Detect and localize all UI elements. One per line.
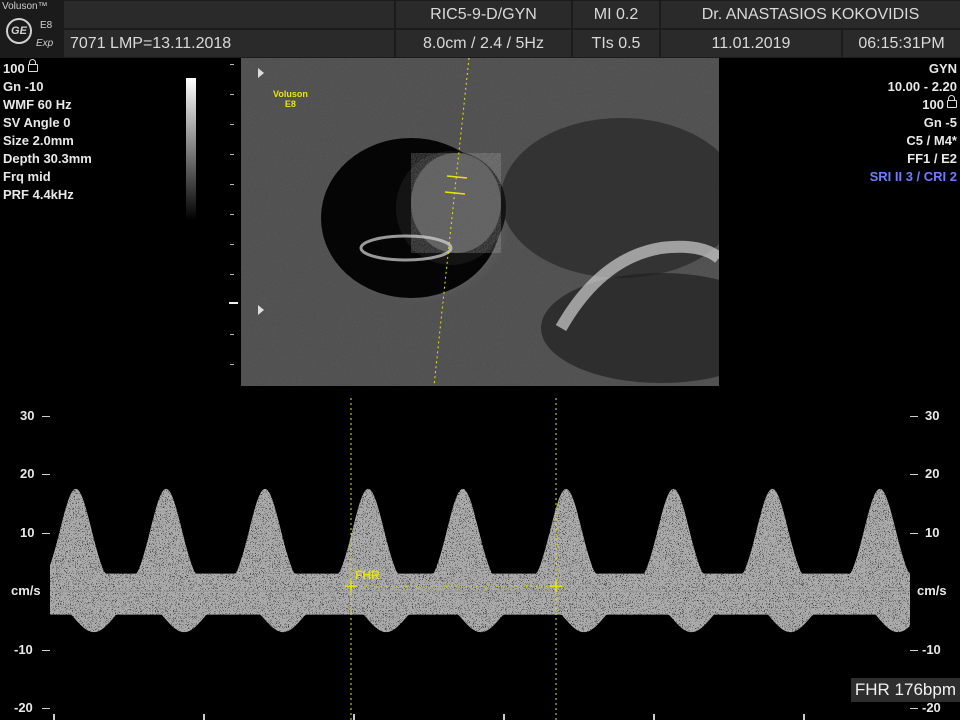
sri-cri-setting: SRI II 3 / CRI 2 xyxy=(869,169,957,184)
ff-e-setting: FF1 / E2 xyxy=(907,151,957,166)
depth-setting: Depth 30.3mm xyxy=(3,151,92,166)
depth-tick xyxy=(230,64,234,65)
gain-setting-right: Gn -5 xyxy=(923,115,957,130)
focus-marker-icon xyxy=(258,305,264,315)
depth-tick xyxy=(230,184,234,185)
status-header: Voluson™ GE E8 Exp 7071 LMP=13.11.2018 R… xyxy=(0,0,960,58)
probe-label: RIC5-9-D/GYN xyxy=(396,1,571,28)
frequency-range: 10.00 - 2.20 xyxy=(887,79,957,94)
exam-date: 11.01.2019 xyxy=(661,30,841,57)
doppler-parameters: 100 Gn -10 WMF 60 Hz SV Angle 0 Size 2.0… xyxy=(3,59,92,204)
bmode-overlay-tag: Voluson E8 xyxy=(273,89,308,109)
brand-label: Voluson™ xyxy=(2,1,48,12)
depth-tick xyxy=(230,94,234,95)
velocity-tick-label: 20 xyxy=(20,466,35,482)
mi-index: MI 0.2 xyxy=(573,1,659,28)
fhr-readout: FHR 176bpm xyxy=(850,678,960,702)
velocity-tick xyxy=(910,649,918,651)
prf-setting: PRF 4.4kHz xyxy=(3,187,74,202)
velocity-tick-label: 20 xyxy=(925,466,940,482)
doppler-spectrum[interactable] xyxy=(50,398,910,720)
focus-marker-icon xyxy=(258,68,264,78)
velocity-tick-label: 10 xyxy=(20,524,35,540)
velocity-tick-label: 30 xyxy=(20,407,35,423)
gain-setting: Gn -10 xyxy=(3,79,44,94)
ge-logo: Voluson™ GE E8 Exp xyxy=(0,0,62,58)
velocity-tick-label: -20 xyxy=(922,700,941,716)
velocity-tick xyxy=(42,415,50,417)
frequency-setting: Frq mid xyxy=(3,169,51,184)
sample-size-setting: Size 2.0mm xyxy=(3,133,74,148)
focus-depth-tick xyxy=(229,302,238,304)
doctor-name: Dr. ANASTASIOS KOKOVIDIS xyxy=(661,1,960,28)
velocity-tick-label: cm/s xyxy=(917,583,947,599)
bmode-image[interactable] xyxy=(241,58,719,386)
velocity-tick-label: -20 xyxy=(14,700,33,716)
probe-settings: 8.0cm / 2.4 / 5Hz xyxy=(396,30,571,57)
preset-label: GYN xyxy=(928,61,957,76)
velocity-tick xyxy=(42,649,50,651)
depth-tick xyxy=(230,334,234,335)
grayscale-bar xyxy=(186,78,196,220)
tis-index: TIs 0.5 xyxy=(573,30,659,57)
power-setting: 100 xyxy=(3,59,92,78)
patient-info: 7071 LMP=13.11.2018 xyxy=(64,30,394,57)
velocity-tick-label: 30 xyxy=(925,407,940,423)
velocity-tick xyxy=(910,532,918,534)
ge-logo-icon: GE xyxy=(6,18,32,44)
mode-label: Exp xyxy=(36,38,54,49)
cm-setting: C5 / M4* xyxy=(906,133,957,148)
depth-tick xyxy=(230,214,234,215)
depth-tick xyxy=(230,364,234,365)
velocity-tick xyxy=(42,532,50,534)
velocity-tick-label: 10 xyxy=(925,524,940,540)
bmode-parameters: GYN 10.00 - 2.20 100 Gn -5 C5 / M4* FF1 … xyxy=(870,60,957,186)
velocity-tick xyxy=(910,708,918,710)
ultrasound-scan xyxy=(241,58,719,386)
depth-tick xyxy=(230,154,234,155)
wall-filter-setting: WMF 60 Hz xyxy=(3,97,72,112)
depth-tick xyxy=(230,274,234,275)
model-label: E8 xyxy=(40,20,53,31)
velocity-tick xyxy=(910,474,918,476)
exam-time: 06:15:31PM xyxy=(843,30,960,57)
velocity-tick xyxy=(42,474,50,476)
header-blank-cell xyxy=(64,1,394,28)
sv-angle-setting: SV Angle 0 xyxy=(3,115,71,130)
depth-tick xyxy=(230,124,234,125)
velocity-tick-label: -10 xyxy=(14,641,33,657)
velocity-tick-label: cm/s xyxy=(11,583,41,599)
fhr-caliper-label: FHR xyxy=(355,568,380,582)
lock-icon xyxy=(27,59,38,72)
depth-tick xyxy=(230,244,234,245)
doppler-waveform xyxy=(50,488,910,633)
velocity-tick xyxy=(910,415,918,417)
velocity-tick-label: -10 xyxy=(922,641,941,657)
lock-icon xyxy=(947,95,957,108)
velocity-tick xyxy=(42,708,50,710)
depth-ruler xyxy=(226,58,240,386)
power-setting-right: 100 xyxy=(870,95,957,114)
